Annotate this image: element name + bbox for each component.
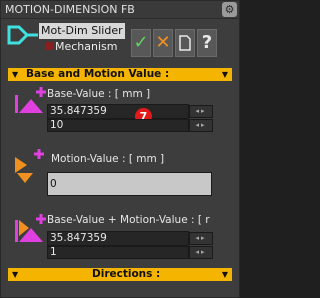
combined-value-label: Base-Value + Motion-Value : [ r — [47, 214, 210, 226]
motion-value-icon — [15, 149, 44, 183]
base-value-icon — [15, 87, 46, 113]
combined-value-input[interactable]: 35.847359 — [47, 231, 189, 246]
collapse-triangle-icon: ▼ — [221, 70, 228, 79]
window-title: MOTION-DIMENSION FB — [5, 3, 135, 16]
motion-value-label: Motion-Value : [ mm ] — [51, 153, 165, 165]
section-header-directions[interactable]: ▼ Directions : ▼ — [8, 268, 232, 281]
collapse-triangle-icon: ▼ — [12, 70, 19, 79]
combined-value-spinner[interactable]: ◂▸ — [189, 232, 213, 245]
document-icon — [179, 35, 191, 51]
collapse-triangle-icon: ▼ — [12, 270, 19, 279]
help-button[interactable]: ? — [197, 29, 217, 57]
mode-option-mechanism[interactable]: Mechanism — [45, 39, 127, 55]
ok-button[interactable]: ✓ — [131, 29, 151, 57]
collapse-triangle-icon: ▼ — [221, 270, 228, 279]
mode-option-mechanism-label: Mechanism — [55, 40, 118, 53]
mode-option-slider[interactable]: Mot-Dim Slider — [39, 23, 125, 39]
cancel-button[interactable]: ✕ — [153, 29, 173, 57]
base-value-label: Base-Value : [ mm ] — [47, 88, 151, 100]
window-title-bar: MOTION-DIMENSION FB ⚙ — [1, 1, 239, 19]
section-title: Directions : — [92, 268, 161, 280]
combined-step-spinner[interactable]: ◂▸ — [189, 246, 213, 259]
settings-icon[interactable]: ⚙ — [222, 2, 237, 17]
document-button[interactable] — [175, 29, 195, 57]
section-title: Base and Motion Value : — [26, 68, 170, 80]
mechanism-bullet-icon — [45, 42, 53, 50]
combined-value-icon — [15, 214, 46, 242]
combined-step-input[interactable]: 1 — [47, 246, 189, 259]
motion-dimension-panel: MOTION-DIMENSION FB ⚙ Mot-Dim Slider Mec… — [0, 0, 240, 298]
base-step-spinner[interactable]: ◂▸ — [189, 119, 213, 132]
section-header-base-motion[interactable]: ▼ Base and Motion Value : ▼ — [8, 68, 232, 81]
base-value-input[interactable]: 35.847359 — [47, 104, 189, 119]
base-value-spinner[interactable]: ◂▸ — [189, 105, 213, 118]
slider-mode-icon — [7, 25, 38, 45]
base-step-input[interactable]: 10 — [47, 119, 189, 132]
motion-value-input[interactable]: 0 — [47, 172, 212, 196]
